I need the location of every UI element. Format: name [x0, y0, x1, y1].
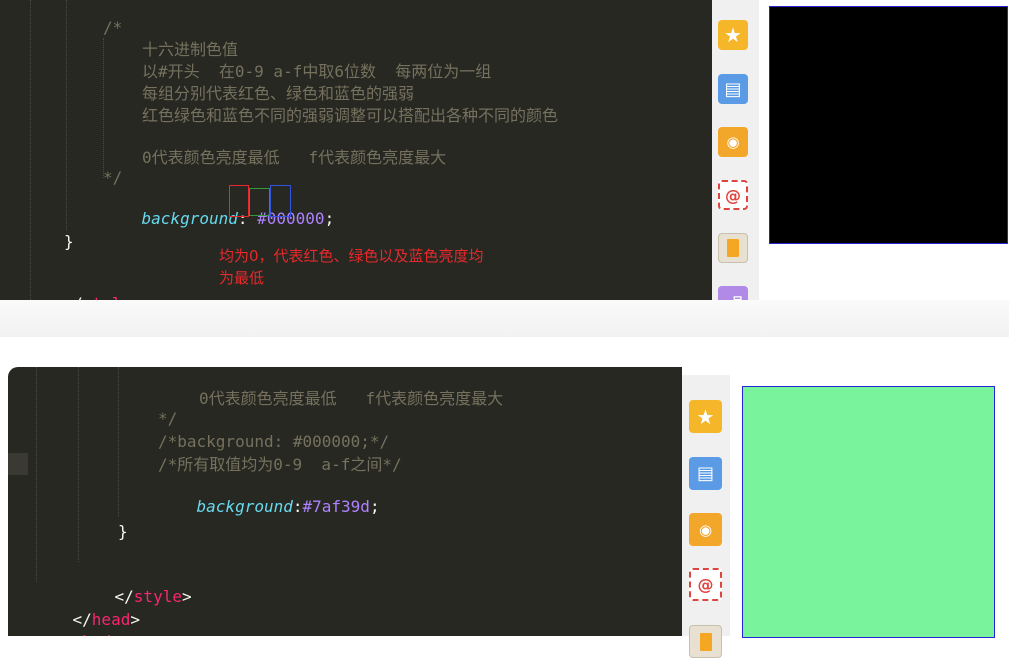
css-declaration[interactable]: background: #000000;	[103, 189, 335, 228]
css-property: background	[141, 209, 238, 228]
color-preview-box	[769, 6, 1008, 244]
star-icon[interactable]: ★	[689, 400, 722, 433]
weibo-icon[interactable]: ◉	[718, 127, 748, 157]
blue-channel-highlight	[270, 185, 291, 217]
comment-line: 以#开头 在0-9 a-f中取6位数 每两位为一组	[142, 62, 492, 81]
annotation-line: 为最低	[219, 269, 265, 287]
top-sidebar-dock: ★ ▤ ◉ @ ~目	[712, 0, 759, 316]
comment-close: */	[158, 409, 178, 428]
head-close-tag: </head>	[72, 610, 140, 629]
notebook-icon[interactable]	[689, 625, 722, 658]
comment-line: 0代表颜色亮度最低 f代表颜色亮度最大	[199, 389, 504, 408]
annotation-note: 均为0，代表红色、绿色以及蓝色亮度均 为最低	[219, 245, 484, 289]
comment-open: /*	[103, 18, 123, 37]
indent-guide	[36, 367, 37, 582]
top-code-editor[interactable]: /* 十六进制色值 以#开头 在0-9 a-f中取6位数 每两位为一组 每组分别…	[0, 0, 712, 300]
indent-guide	[118, 367, 119, 517]
bottom-sidebar-dock: ★ ▤ ◉ @	[682, 375, 730, 658]
section-divider	[0, 300, 1009, 337]
document-icon[interactable]: ▤	[718, 74, 748, 104]
notebook-icon[interactable]	[718, 233, 748, 263]
comment-line: /*所有取值均为0-9 a-f之间*/	[158, 455, 402, 474]
bottom-code-editor[interactable]: 0代表颜色亮度最低 f代表颜色亮度最大 */ /*background: #00…	[8, 367, 682, 636]
css-property: background	[196, 497, 293, 516]
css-value: #7af39d	[302, 497, 370, 516]
comment-line: 红色绿色和蓝色不同的强弱调整可以搭配出各种不同的颜色	[142, 106, 559, 125]
close-brace: }	[118, 522, 128, 541]
red-channel-highlight	[229, 185, 249, 217]
annotation-line: 均为0，代表红色、绿色以及蓝色亮度均	[219, 247, 484, 265]
comment-line: 十六进制色值	[142, 40, 239, 59]
close-brace: }	[64, 232, 74, 251]
color-preview-box	[742, 386, 995, 638]
css-declaration[interactable]: background:#7af39d;	[158, 477, 380, 516]
comment-line: 0代表颜色亮度最低 f代表颜色亮度最大	[142, 148, 447, 167]
indent-guide	[30, 0, 31, 300]
colon: :	[292, 497, 303, 516]
indent-guide	[103, 38, 104, 178]
mail-icon[interactable]: @	[718, 180, 748, 210]
body-open-tag: <body>	[34, 612, 131, 636]
star-icon[interactable]: ★	[718, 20, 748, 50]
indent-guide	[66, 0, 67, 230]
weibo-icon[interactable]: ◉	[689, 513, 722, 546]
semicolon: ;	[369, 497, 380, 516]
commented-declaration: /*background: #000000;*/	[158, 432, 390, 451]
style-close-tag: </style>	[25, 274, 141, 300]
comment-close: */	[103, 168, 123, 187]
gutter-marker	[8, 453, 28, 475]
indent-guide	[78, 367, 79, 562]
document-icon[interactable]: ▤	[689, 457, 722, 490]
top-preview-pane	[759, 0, 1009, 300]
semicolon: ;	[324, 209, 335, 228]
bottom-preview-pane	[730, 375, 1009, 638]
style-close-tag: </style>	[114, 587, 192, 606]
green-channel-highlight	[249, 188, 270, 216]
comment-line: 每组分别代表红色、绿色和蓝色的强弱	[142, 84, 415, 103]
mail-icon[interactable]: @	[689, 568, 722, 601]
